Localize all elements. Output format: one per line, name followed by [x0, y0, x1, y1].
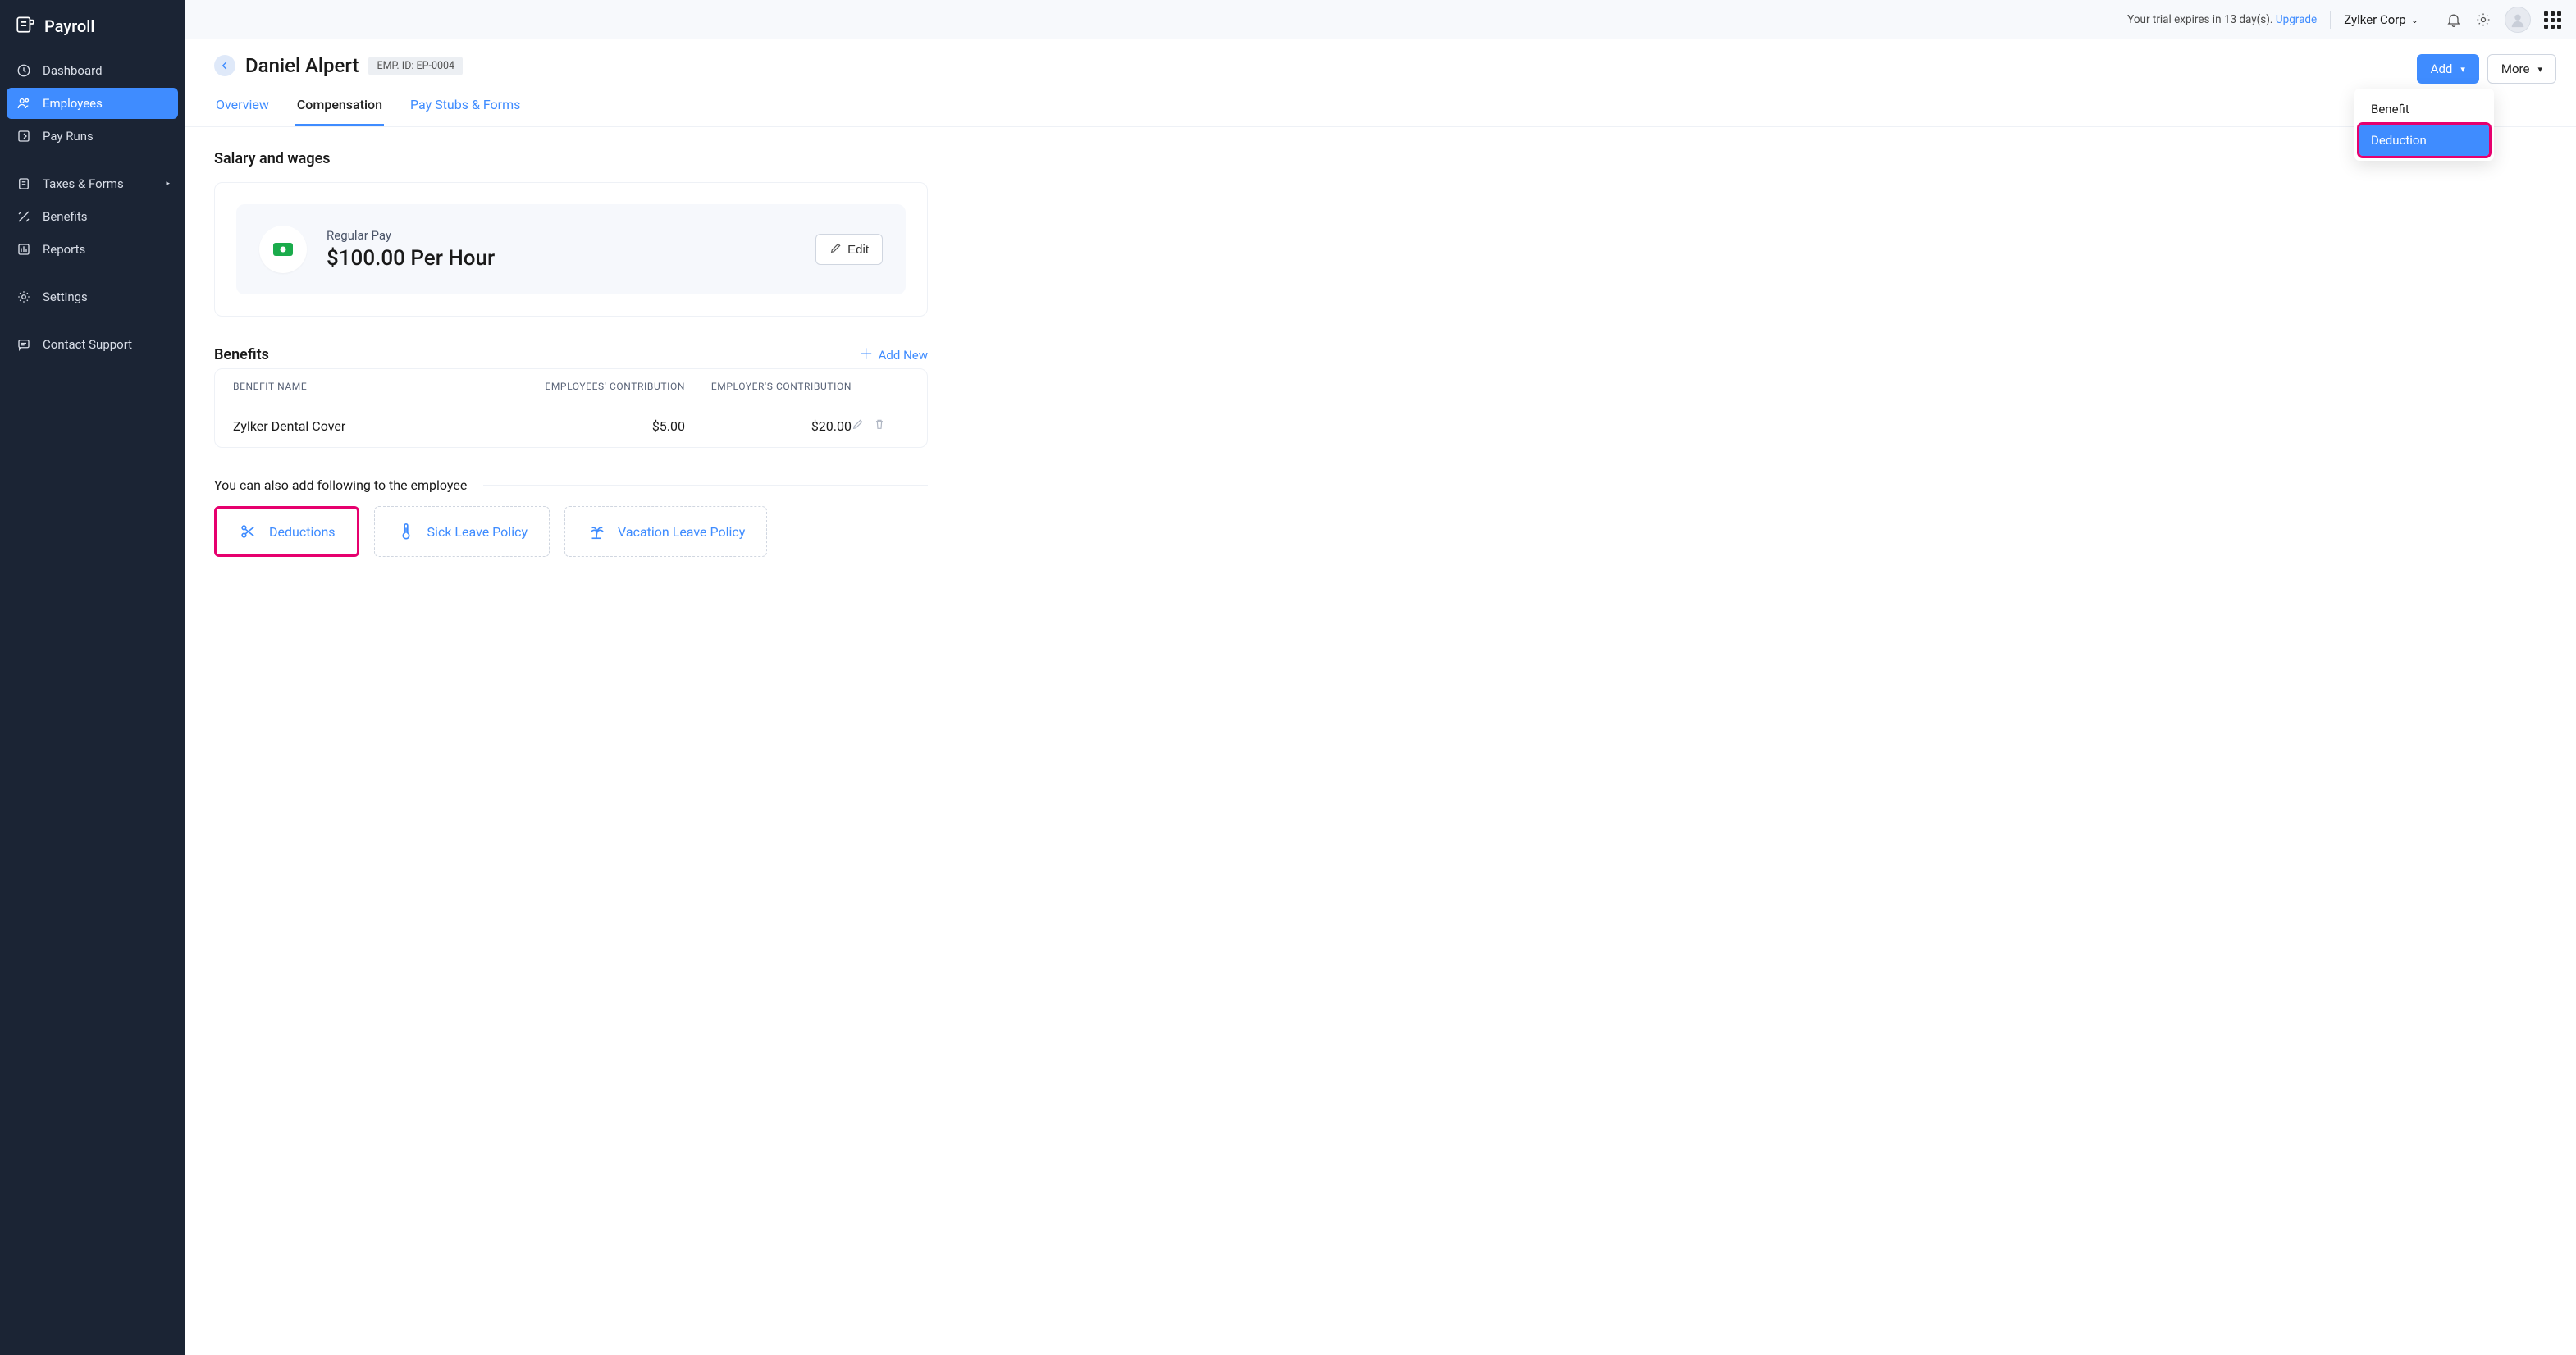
sidebar-label: Taxes & Forms — [43, 176, 124, 191]
col-employer-contrib: EMPLOYER'S CONTRIBUTION — [685, 381, 852, 392]
sidebar-label: Pay Runs — [43, 129, 94, 144]
chip-deductions[interactable]: Deductions — [214, 506, 359, 557]
benefits-table-head: BENEFIT NAME EMPLOYEES' CONTRIBUTION EMP… — [215, 369, 927, 404]
chip-vacation-leave[interactable]: Vacation Leave Policy — [564, 506, 767, 557]
sidebar-label: Employees — [43, 96, 103, 111]
benefit-name: Zylker Dental Cover — [233, 418, 507, 434]
employees-icon — [16, 96, 31, 111]
tab-paystubs[interactable]: Pay Stubs & Forms — [409, 89, 522, 126]
chip-label: Deductions — [269, 524, 336, 540]
sidebar-item-employees[interactable]: Employees — [7, 88, 178, 119]
add-dropdown: Benefit Deduction — [2354, 89, 2494, 161]
also-add-label: You can also add following to the employ… — [214, 477, 928, 493]
money-icon — [259, 226, 307, 273]
sidebar-item-support[interactable]: Contact Support — [7, 329, 178, 360]
benefits-icon — [16, 209, 31, 224]
support-icon — [16, 337, 31, 352]
sidebar: Payroll Dashboard Employees Pay Runs T — [0, 0, 185, 1355]
benefits-card: BENEFIT NAME EMPLOYEES' CONTRIBUTION EMP… — [214, 368, 928, 448]
add-new-label: Add New — [879, 348, 928, 363]
dropdown-item-benefit[interactable]: Benefit — [2359, 94, 2489, 125]
header-actions: Add More — [2417, 54, 2556, 84]
upgrade-link[interactable]: Upgrade — [2276, 13, 2317, 26]
col-benefit-name: BENEFIT NAME — [233, 381, 507, 392]
settings-icon — [16, 290, 31, 304]
sidebar-label: Benefits — [43, 209, 88, 224]
topbar: Your trial expires in 13 day(s). Upgrade… — [185, 0, 2576, 39]
tabs: Overview Compensation Pay Stubs & Forms — [214, 89, 2546, 126]
trial-text: Your trial expires in 13 day(s). — [2127, 13, 2276, 26]
main: Your trial expires in 13 day(s). Upgrade… — [185, 0, 2576, 1355]
sidebar-item-payruns[interactable]: Pay Runs — [7, 121, 178, 152]
add-label: Add — [2431, 62, 2453, 76]
sidebar-item-settings[interactable]: Settings — [7, 281, 178, 313]
sidebar-item-benefits[interactable]: Benefits — [7, 201, 178, 232]
edit-row-icon[interactable] — [852, 417, 865, 434]
pencil-icon — [829, 241, 843, 258]
brand-name: Payroll — [44, 16, 94, 36]
chevron-right-icon: ▸ — [166, 180, 170, 188]
more-button[interactable]: More — [2487, 54, 2556, 84]
apps-grid-icon[interactable] — [2544, 11, 2561, 29]
benefit-emp-contrib: $5.00 — [507, 418, 686, 434]
add-options-row: Deductions Sick Leave Policy Vacation Le… — [214, 506, 2546, 557]
delete-row-icon[interactable] — [873, 417, 886, 434]
more-label: More — [2501, 62, 2530, 76]
thermometer-icon — [396, 522, 416, 541]
benefits-section-title: Benefits — [214, 346, 269, 363]
payruns-icon — [16, 129, 31, 144]
chevron-down-icon: ⌄ — [2411, 15, 2418, 25]
salary-label: Regular Pay — [327, 228, 796, 243]
page-header: Daniel Alpert EMP. ID: EP-0004 Add More … — [185, 39, 2576, 127]
settings-gear-icon[interactable] — [2475, 11, 2492, 28]
sidebar-label: Dashboard — [43, 63, 103, 78]
edit-label: Edit — [847, 243, 869, 257]
taxes-icon — [16, 176, 31, 191]
notifications-icon[interactable] — [2446, 11, 2462, 28]
salary-card: Regular Pay $100.00 Per Hour Edit — [214, 182, 928, 317]
salary-amount: $100.00 Per Hour — [327, 246, 796, 271]
brand-logo[interactable]: Payroll — [0, 0, 185, 55]
benefit-er-contrib: $20.00 — [685, 418, 852, 434]
tab-compensation[interactable]: Compensation — [295, 89, 384, 126]
add-button[interactable]: Add — [2417, 54, 2479, 84]
avatar[interactable] — [2505, 7, 2531, 33]
org-switcher[interactable]: Zylker Corp ⌄ — [2344, 12, 2418, 27]
sidebar-label: Reports — [43, 242, 85, 257]
benefits-table-row: Zylker Dental Cover $5.00 $20.00 — [215, 404, 927, 447]
trial-notice: Your trial expires in 13 day(s). Upgrade — [2127, 13, 2317, 26]
sidebar-label: Settings — [43, 290, 88, 304]
add-benefit-link[interactable]: ＋ Add New — [859, 348, 928, 363]
employee-id-badge: EMP. ID: EP-0004 — [368, 57, 463, 75]
sidebar-nav: Dashboard Employees Pay Runs Taxes & For… — [0, 55, 185, 362]
payroll-logo-icon — [15, 13, 36, 39]
dropdown-item-deduction[interactable]: Deduction — [2359, 125, 2489, 156]
sidebar-item-dashboard[interactable]: Dashboard — [7, 55, 178, 86]
topbar-divider — [2330, 11, 2331, 29]
sidebar-item-taxes[interactable]: Taxes & Forms ▸ — [7, 168, 178, 199]
content: Salary and wages Regular Pay $100.00 Per… — [185, 127, 2576, 1355]
scissors-icon — [238, 522, 258, 541]
salary-section-title: Salary and wages — [214, 150, 2546, 167]
sidebar-item-reports[interactable]: Reports — [7, 234, 178, 265]
sidebar-label: Contact Support — [43, 337, 132, 352]
tab-overview[interactable]: Overview — [214, 89, 271, 126]
back-button[interactable] — [214, 55, 235, 76]
reports-icon — [16, 242, 31, 257]
also-add-text: You can also add following to the employ… — [214, 477, 467, 493]
dashboard-icon — [16, 63, 31, 78]
chip-label: Vacation Leave Policy — [618, 524, 745, 540]
palm-icon — [587, 522, 606, 541]
chip-sick-leave[interactable]: Sick Leave Policy — [374, 506, 550, 557]
employee-name: Daniel Alpert — [245, 54, 359, 77]
col-employee-contrib: EMPLOYEES' CONTRIBUTION — [507, 381, 686, 392]
plus-icon: ＋ — [859, 348, 874, 363]
org-name: Zylker Corp — [2344, 12, 2406, 27]
edit-salary-button[interactable]: Edit — [815, 234, 883, 265]
chip-label: Sick Leave Policy — [427, 524, 528, 540]
